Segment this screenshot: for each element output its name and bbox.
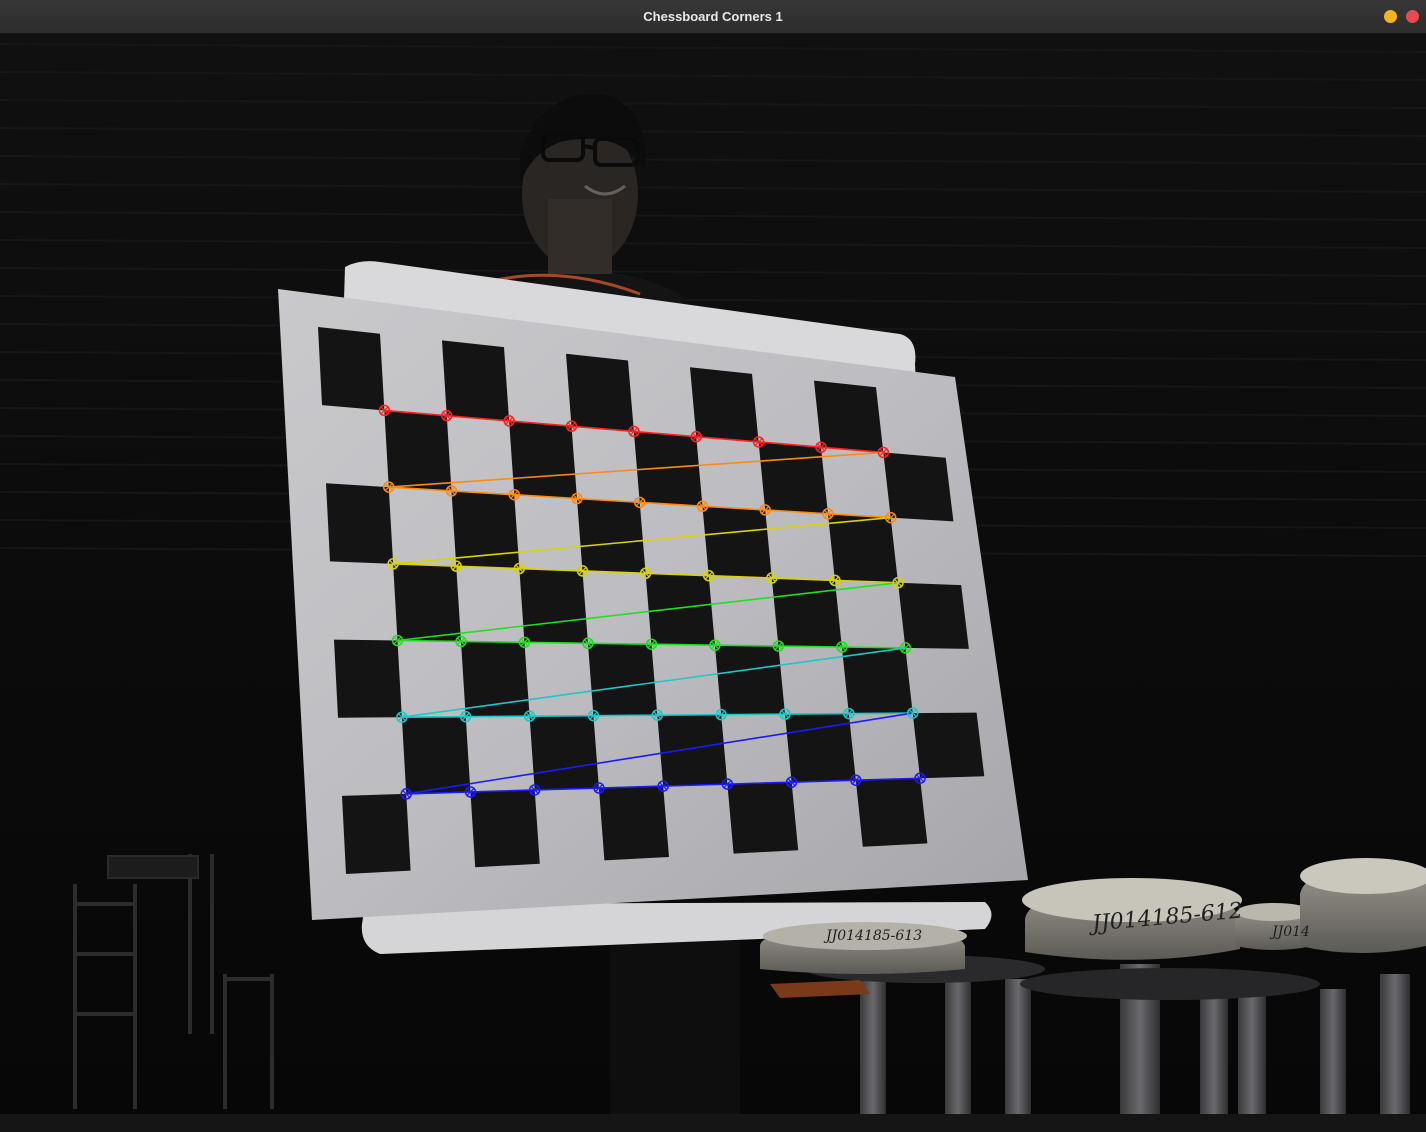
- checker-square: [460, 641, 530, 717]
- minimize-button[interactable]: [1384, 10, 1397, 23]
- calibration-board: [278, 289, 1028, 920]
- checker-square: [393, 563, 461, 642]
- checker-square: [645, 573, 715, 646]
- checker-square: [401, 716, 471, 794]
- corner-link-line: [524, 641, 588, 645]
- corner-link-line: [465, 715, 530, 718]
- checker-square: [509, 420, 577, 499]
- checker-square: [318, 327, 385, 411]
- corner-link-line: [657, 713, 722, 716]
- corner-link-line: [848, 712, 913, 715]
- checker-square: [758, 441, 828, 514]
- checker-square: [519, 568, 588, 644]
- window-title: Chessboard Corners 1: [643, 9, 783, 24]
- corner-link-line: [397, 639, 461, 643]
- checker-square: [827, 513, 899, 583]
- checker-square: [587, 643, 658, 716]
- checker-square: [326, 483, 394, 564]
- checker-square: [898, 582, 969, 649]
- corner-link-line: [460, 640, 525, 644]
- checker-square: [342, 793, 411, 874]
- corner-link-line: [714, 644, 779, 647]
- camera-image-view: JJ014185-612 JJ014185-613 JJ014: [0, 34, 1426, 1114]
- checker-square: [814, 380, 884, 453]
- checker-square: [841, 647, 913, 714]
- calibration-image: JJ014185-612 JJ014185-613 JJ014: [0, 34, 1426, 1114]
- checker-square: [771, 578, 842, 647]
- title-bar: Chessboard Corners 1: [0, 0, 1426, 34]
- corner-link-line: [841, 646, 906, 649]
- corner-link-line: [721, 713, 786, 716]
- corner-link-line: [593, 714, 658, 717]
- checker-square: [598, 786, 669, 861]
- checker-square: [702, 506, 772, 579]
- corner-link-line: [784, 712, 849, 715]
- checker-square: [912, 712, 985, 779]
- checker-square: [714, 645, 785, 715]
- corner-link-line: [587, 642, 652, 646]
- checker-square: [384, 410, 452, 491]
- checker-square: [690, 367, 759, 442]
- checker-square: [883, 452, 954, 522]
- checker-square: [657, 714, 728, 787]
- drum-stamp-label: JJ014: [1269, 924, 1310, 940]
- corner-link-line: [778, 645, 842, 648]
- checker-square: [566, 353, 634, 432]
- checker-square: [529, 715, 599, 790]
- checker-square: [576, 498, 646, 574]
- corner-link-line: [529, 714, 594, 717]
- drum-stamp-label: JJ014185-613: [823, 928, 922, 944]
- checker-square: [334, 639, 402, 718]
- corner-link-line: [401, 715, 466, 718]
- checker-square: [855, 778, 928, 847]
- window-bottom-edge: [0, 1114, 1426, 1132]
- checker-square: [727, 782, 799, 854]
- corner-link-line: [651, 643, 715, 646]
- checker-square: [470, 789, 540, 868]
- checker-square: [442, 340, 510, 421]
- close-button[interactable]: [1406, 10, 1419, 23]
